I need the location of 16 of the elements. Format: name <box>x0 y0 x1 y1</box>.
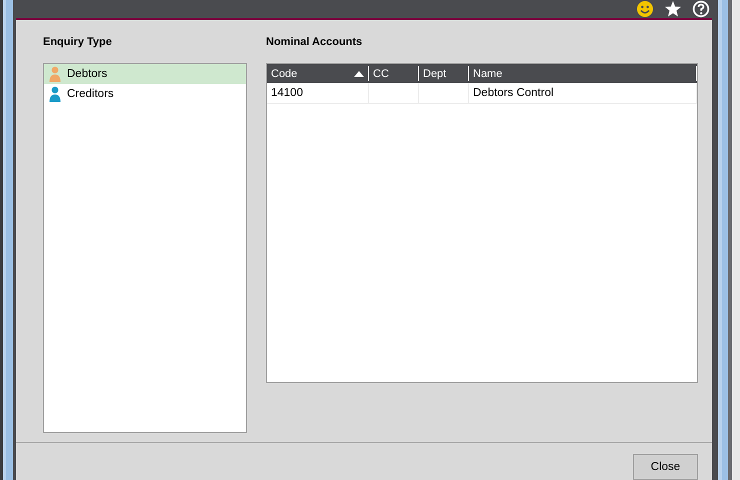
list-item[interactable]: Creditors <box>44 84 246 104</box>
column-header[interactable]: CC <box>369 66 419 81</box>
column-header[interactable]: Code <box>267 66 369 81</box>
smiley-icon[interactable] <box>636 0 654 18</box>
column-header[interactable]: Dept <box>419 66 469 81</box>
help-icon[interactable] <box>692 0 710 18</box>
column-header[interactable]: Name <box>469 66 697 81</box>
person-icon <box>49 86 61 102</box>
person-icon <box>49 66 61 82</box>
close-button[interactable]: Close <box>633 454 698 480</box>
star-icon[interactable] <box>664 0 682 18</box>
list-item[interactable]: Debtors <box>44 64 246 84</box>
table-cell: 14100 <box>267 83 369 103</box>
section-heading: Nominal Accounts <box>266 35 364 50</box>
table-cell: Debtors Control <box>469 83 697 103</box>
section-heading: Enquiry Type <box>43 35 113 50</box>
